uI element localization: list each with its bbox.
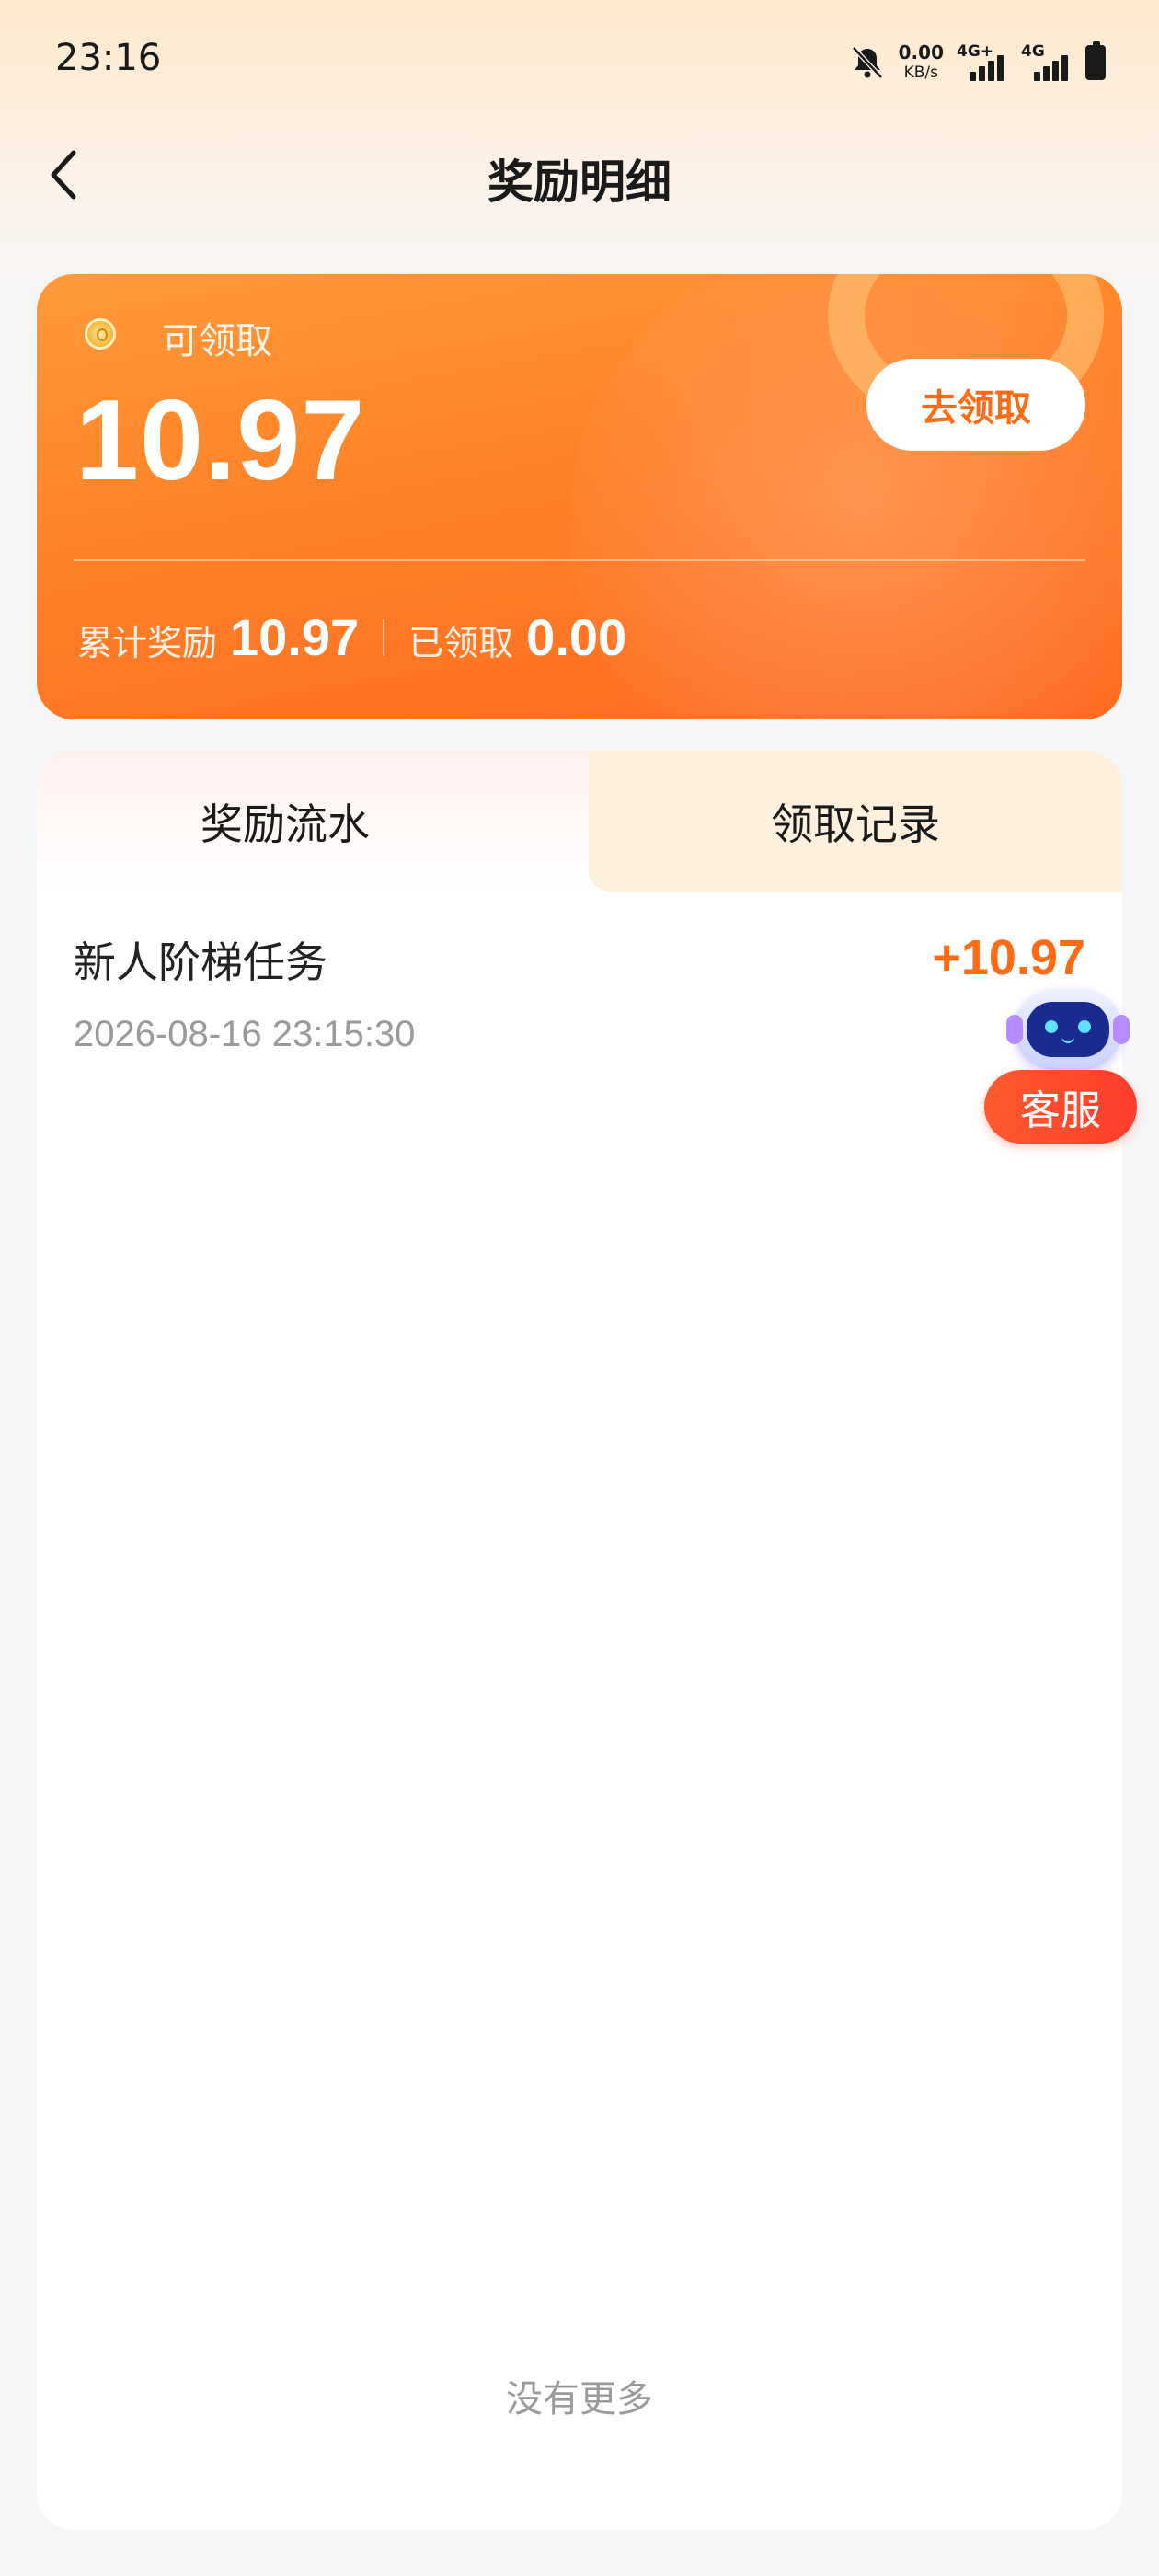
- no-more-text: 没有更多: [506, 2378, 653, 2421]
- signal-tag: 4G: [1021, 42, 1045, 61]
- status-icons: 0.00 KB/s 4G+ 4G: [849, 37, 1106, 88]
- record-time: 2026-08-16 23:15:30: [74, 1014, 416, 1054]
- status-time: 23:16: [55, 37, 162, 79]
- claimed-value: 0.00: [526, 608, 627, 666]
- status-bar: 23:16 0.00 KB/s 4G+ 4G: [0, 0, 1159, 120]
- signal-icon-4g-plus: 4G+: [957, 42, 1008, 81]
- claimable-amount: 10.97: [75, 377, 366, 504]
- record-amount: +10.97: [932, 930, 1085, 985]
- claimed-label: 已领取: [408, 623, 514, 663]
- net-speed-unit: KB/s: [903, 63, 939, 82]
- net-speed: 0.00 KB/s: [899, 42, 944, 83]
- customer-service-float[interactable]: 客服: [984, 989, 1141, 1145]
- nav-bar: 奖励明细: [0, 129, 1159, 221]
- battery-icon: [1085, 41, 1106, 80]
- records-panel: 奖励流水 领取记录 新人阶梯任务 +10.97 2026-08-16 23:15…: [37, 750, 1122, 2530]
- divider: [383, 618, 385, 656]
- customer-service-button[interactable]: 客服: [984, 1070, 1137, 1144]
- balance-card: 可领取 10.97 去领取 累计奖励 10.97 已领取 0.00: [37, 274, 1122, 719]
- tab-reward-flow[interactable]: 奖励流水: [37, 750, 589, 892]
- tab-claim-records[interactable]: 领取记录: [589, 750, 1122, 892]
- signal-tag: 4G+: [957, 42, 994, 61]
- page-title: 奖励明细: [488, 155, 671, 209]
- net-speed-value: 0.00: [898, 41, 944, 63]
- signal-icon-4g: 4G: [1021, 42, 1073, 81]
- coin-icon: [85, 318, 116, 350]
- robot-icon: [1006, 989, 1130, 1070]
- total-reward-value: 10.97: [230, 608, 360, 666]
- list-item[interactable]: 新人阶梯任务 +10.97 2026-08-16 23:15:30 待: [37, 892, 1122, 1076]
- claimable-label: 可领取: [162, 320, 272, 362]
- divider: [74, 559, 1085, 561]
- tab-label: 奖励流水: [201, 799, 370, 849]
- total-reward-label: 累计奖励: [77, 623, 218, 663]
- card-summary: 累计奖励 10.97 已领取 0.00: [77, 607, 626, 667]
- tab-label: 领取记录: [771, 799, 940, 849]
- mute-bell-icon: [851, 46, 883, 79]
- claim-button[interactable]: 去领取: [866, 359, 1085, 451]
- record-title: 新人阶梯任务: [74, 937, 327, 987]
